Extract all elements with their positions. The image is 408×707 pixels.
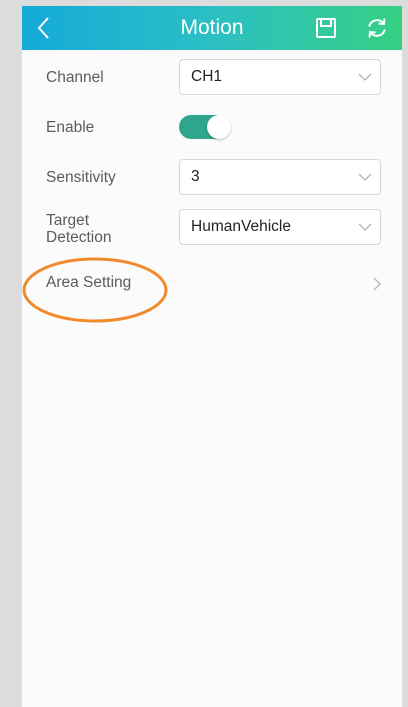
target-detection-label: Target Detection [46,212,111,246]
target-detection-select[interactable]: HumanVehicle [179,209,381,245]
channel-select[interactable]: CH1 [179,59,381,95]
target-detection-label-line2: Detection [46,229,112,246]
save-icon [316,18,336,38]
sensitivity-value: 3 [191,168,200,185]
refresh-icon [368,18,386,38]
sensitivity-label: Sensitivity [46,169,116,186]
channel-value: CH1 [191,68,223,85]
sensitivity-select[interactable]: 3 [179,159,381,195]
area-setting-label: Area Setting [46,274,132,291]
page-title: Motion [180,16,244,39]
app-header: Motion [22,6,402,50]
target-detection-value: HumanVehicle [191,218,291,235]
area-setting-row[interactable]: Area Setting [22,264,402,304]
channel-label: Channel [46,69,104,86]
refresh-button[interactable] [362,14,392,42]
phone-screen: Motion Channel CH1 Enable Sensitivity 3 … [22,6,402,707]
chevron-right-icon [373,277,381,291]
save-button[interactable] [312,14,340,42]
chevron-down-icon [358,173,372,181]
target-detection-label-line1: Target [46,212,90,229]
chevron-down-icon [358,223,372,231]
enable-label: Enable [46,119,95,136]
enable-toggle[interactable] [179,115,231,139]
toggle-knob [207,115,231,139]
chevron-down-icon [358,73,372,81]
